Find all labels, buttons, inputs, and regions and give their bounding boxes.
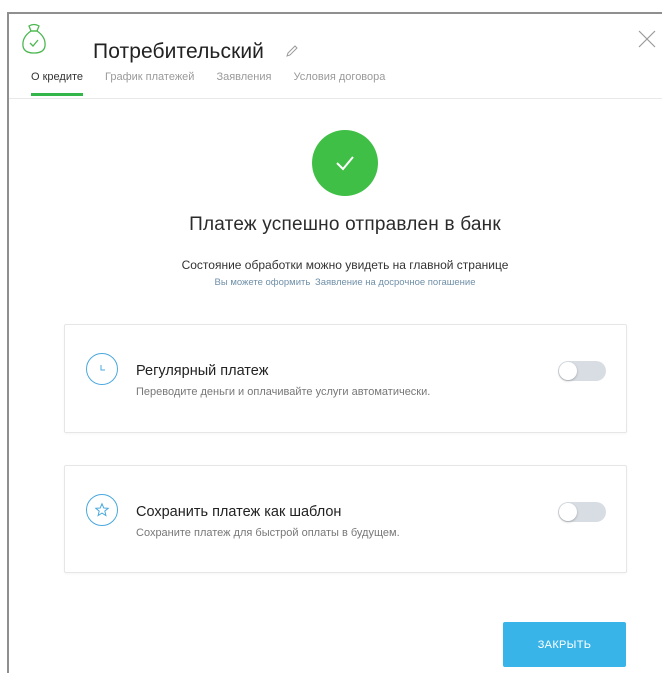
save-template-title: Сохранить платеж как шаблон — [136, 504, 342, 520]
dialog-header: Потребительский О кредите График платеже… — [9, 14, 662, 99]
status-subtitle: Состояние обработки можно увидеть на гла… — [181, 258, 509, 272]
success-check-icon — [312, 130, 378, 196]
tab-applications[interactable]: Заявления — [216, 71, 271, 95]
save-template-toggle[interactable] — [558, 502, 606, 522]
toggle-knob — [559, 362, 577, 380]
status-hint: Вы можете оформить Заявление на досрочно… — [0, 277, 662, 288]
tab-about-credit[interactable]: О кредите — [31, 71, 84, 96]
close-icon[interactable] — [638, 30, 656, 48]
checkmark-icon — [336, 156, 354, 171]
tabs-bar: О кредите График платежей Заявления Усло… — [31, 71, 407, 96]
hint-prefix: Вы можете оформить — [214, 277, 311, 288]
regular-payment-toggle[interactable] — [558, 361, 606, 381]
regular-payment-description: Переводите деньги и оплачивайте услуги а… — [136, 386, 431, 398]
tab-payment-schedule[interactable]: График платежей — [105, 71, 194, 95]
edit-pencil-icon[interactable] — [285, 44, 299, 58]
regular-payment-title: Регулярный платеж — [136, 363, 269, 379]
regular-payment-card: Регулярный платеж Переводите деньги и оп… — [64, 324, 627, 433]
star-icon — [86, 494, 118, 526]
save-template-description: Сохраните платеж для быстрой оплаты в бу… — [136, 527, 400, 539]
status-heading: Платеж успешно отправлен в банк — [189, 214, 501, 235]
save-template-card: Сохранить платеж как шаблон Сохраните пл… — [64, 465, 627, 573]
money-bag-icon — [22, 23, 46, 54]
toggle-knob — [559, 503, 577, 521]
tab-contract-terms[interactable]: Условия договора — [293, 71, 385, 95]
page-title: Потребительский — [93, 40, 265, 63]
close-button[interactable]: ЗАКРЫТЬ — [503, 622, 626, 667]
window-frame-left — [7, 12, 9, 673]
early-repayment-link[interactable]: Заявление на досрочное погашение — [315, 277, 476, 288]
clock-icon — [86, 353, 118, 385]
